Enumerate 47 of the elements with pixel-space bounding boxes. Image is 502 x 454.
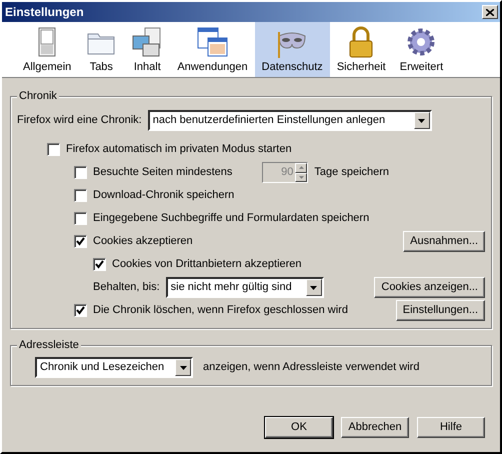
toolbar-tab[interactable]: Inhalt (124, 22, 170, 77)
number-spinner: 90 (262, 162, 308, 183)
checkbox[interactable] (47, 143, 60, 156)
caret-icon (418, 118, 426, 122)
checkbox-label: Eingegebene Suchbegriffe und Formulardaten speichern (93, 212, 370, 226)
window-title: Einstellungen (5, 4, 84, 20)
dropdown-button[interactable] (414, 112, 430, 129)
checkbox[interactable] (74, 166, 87, 179)
field-label: Tage speichern (314, 166, 390, 180)
caret-icon (310, 286, 318, 290)
dialog-button[interactable]: Cookies anzeigen... (374, 276, 485, 298)
checkbox[interactable] (93, 258, 106, 271)
checkbox-label: Download-Chronik speichern (93, 188, 234, 202)
checkbox[interactable] (74, 304, 87, 317)
dropdown-button[interactable] (175, 359, 191, 376)
image-document-icon (131, 26, 164, 58)
close-button[interactable] (482, 5, 498, 19)
checkbox-label: Cookies akzeptieren (93, 234, 193, 248)
history-mode-dropdown[interactable]: nach benutzerdefinierten Einstellungen anlegen (148, 110, 432, 131)
checkbox[interactable] (74, 235, 87, 248)
field-label: Behalten, bis: (93, 280, 160, 294)
checkbox-label: Die Chronik löschen, wenn Firefox geschlossen wird (93, 304, 348, 318)
toolbar-tab[interactable]: Allgemein (16, 22, 78, 77)
checkbox[interactable] (74, 212, 87, 225)
checkbox-label: Firefox automatisch im privaten Modus starten (66, 142, 292, 156)
toolbar-tab[interactable]: Datenschutz (254, 22, 330, 77)
toolbar-tab[interactable]: Anwendungen (170, 22, 255, 77)
field-label: anzeigen, wenn Adressleiste verwendet wird (203, 360, 420, 374)
toolbar-tab[interactable]: Sicherheit (330, 22, 393, 77)
toolbar-tab[interactable]: Erweitert (392, 22, 450, 77)
dropdown[interactable]: sie nicht mehr gültig sind (166, 277, 324, 298)
dialog-button[interactable]: OK (265, 417, 333, 438)
checkbox[interactable] (74, 189, 87, 202)
caret-icon (180, 366, 186, 370)
dialog-button[interactable]: Abbrechen (341, 417, 409, 438)
dialog-button[interactable]: Einstellungen... (396, 300, 485, 322)
dialog-button[interactable]: Ausnahmen... (403, 230, 485, 252)
gear-icon (405, 26, 438, 58)
windows-icon (196, 26, 228, 58)
address-bar-dropdown[interactable]: Chronik und Lesezeichen (35, 357, 193, 378)
checkbox-label: Besuchte Seiten mindestens (93, 166, 232, 180)
toolbar-tab[interactable]: Tabs (78, 22, 124, 77)
checkbox-label: Cookies von Drittanbietern akzeptieren (112, 258, 302, 272)
dropdown-button[interactable] (306, 279, 322, 296)
field-label: Firefox wird eine Chronik: (17, 114, 142, 128)
dialog-button[interactable]: Hilfe (417, 417, 485, 438)
close-icon (486, 8, 494, 16)
